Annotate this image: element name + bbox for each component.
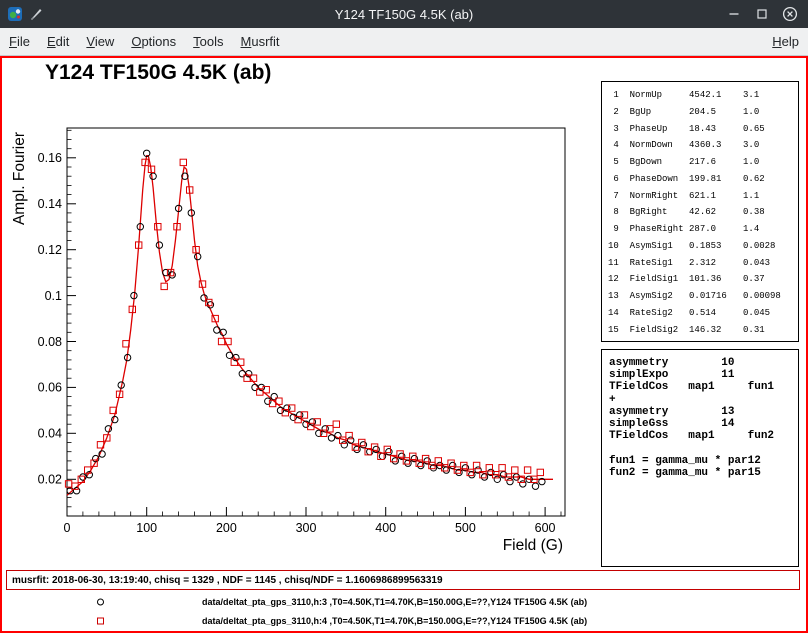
- theory-line: fun1 = gamma_mu * par12: [609, 455, 798, 467]
- param-row-NormRight: 7 NormRight 621.1 1.1: [608, 188, 798, 205]
- open-square-marker-icon: [97, 617, 104, 624]
- theory-line: +: [609, 394, 798, 406]
- menu-item-musrfit[interactable]: Musrfit: [241, 34, 280, 49]
- theory-line: asymmetry 13: [609, 406, 798, 418]
- svg-text:400: 400: [375, 521, 396, 535]
- fit-status-box[interactable]: musrfit: 2018-06-30, 13:19:40, chisq = 1…: [6, 570, 800, 590]
- svg-text:Ampl. Fourier: Ampl. Fourier: [11, 132, 28, 225]
- svg-text:Field (G): Field (G): [503, 537, 563, 554]
- menu-item-file[interactable]: File: [9, 34, 30, 49]
- svg-text:0.16: 0.16: [38, 151, 62, 165]
- theory-line: simpleGss 14: [609, 418, 798, 430]
- theory-box[interactable]: asymmetry 10simplExpo 11TFieldCos map1 f…: [601, 349, 799, 567]
- svg-text:300: 300: [296, 521, 317, 535]
- svg-text:0.06: 0.06: [38, 381, 62, 395]
- legend-run-text: data/deltat_pta_gps_3110,h:4 ,T0=4.50K,T…: [202, 616, 587, 626]
- plot-canvas[interactable]: 0 100 200 300 400 500 600 0.02 0.04 0.06 0.08 0.1 0.…: [2, 58, 602, 570]
- window-title: Y124 TF150G 4.5K (ab): [0, 7, 808, 22]
- legend-row: data/deltat_pta_gps_3110,h:4 ,T0=4.50K,T…: [2, 611, 806, 630]
- titlebar-buttons: [725, 5, 808, 23]
- param-row-PhaseRight: 9 PhaseRight 287.0 1.4: [608, 221, 798, 238]
- svg-text:0.14: 0.14: [38, 197, 62, 211]
- legend-row: data/deltat_pta_gps_3110,h:3 ,T0=4.50K,T…: [2, 592, 806, 611]
- param-row-AsymSig2: 13 AsymSig2 0.01716 0.00098: [608, 288, 798, 305]
- fit-parameter-box[interactable]: 1 NormUp 4542.1 3.1 2 BgUp 204.5 1.0 3 P…: [601, 81, 799, 342]
- theory-line: TFieldCos map1 fun2: [609, 430, 798, 442]
- param-row-NormUp: 1 NormUp 4542.1 3.1: [608, 87, 798, 104]
- svg-text:500: 500: [455, 521, 476, 535]
- param-row-FieldSig2: 15 FieldSig2 146.32 0.31: [608, 322, 798, 339]
- param-row-PhaseUp: 3 PhaseUp 18.43 0.65: [608, 121, 798, 138]
- titlebar: Y124 TF150G 4.5K (ab): [0, 0, 808, 28]
- svg-text:600: 600: [535, 521, 556, 535]
- svg-text:0.08: 0.08: [38, 335, 62, 349]
- close-button[interactable]: [781, 5, 799, 23]
- menu-items-container: File Edit View Options Tools Musrfit: [9, 34, 280, 49]
- legend-run-text: data/deltat_pta_gps_3110,h:3 ,T0=4.50K,T…: [202, 597, 587, 607]
- param-row-BgDown: 5 BgDown 217.6 1.0: [608, 154, 798, 171]
- svg-text:100: 100: [136, 521, 157, 535]
- titlebar-left: [0, 6, 43, 22]
- param-row-BgRight: 8 BgRight 42.62 0.38: [608, 204, 798, 221]
- menu-item-view[interactable]: View: [86, 34, 114, 49]
- svg-text:200: 200: [216, 521, 237, 535]
- menu-item-tools[interactable]: Tools: [193, 34, 223, 49]
- menu-item-help[interactable]: Help: [772, 34, 799, 49]
- maximize-button[interactable]: [753, 5, 771, 23]
- param-row-AsymSig1: 10 AsymSig1 0.1853 0.0028: [608, 238, 798, 255]
- theory-line: fun2 = gamma_mu * par15: [609, 467, 798, 479]
- root-canvas[interactable]: Y124 TF150G 4.5K (ab) 010020030040050060…: [0, 56, 808, 633]
- app-icon: [7, 6, 23, 22]
- menu-item-edit[interactable]: Edit: [47, 34, 69, 49]
- theory-line: [609, 442, 798, 454]
- minimize-button[interactable]: [725, 5, 743, 23]
- param-row-RateSig2: 14 RateSig2 0.514 0.045: [608, 305, 798, 322]
- param-row-BgUp: 2 BgUp 204.5 1.0: [608, 104, 798, 121]
- svg-text:0.02: 0.02: [38, 473, 62, 487]
- theory-line: TFieldCos map1 fun1: [609, 381, 798, 393]
- param-row-PhaseDown: 6 PhaseDown 199.81 0.62: [608, 171, 798, 188]
- svg-text:0.1: 0.1: [45, 289, 62, 303]
- svg-text:0.04: 0.04: [38, 427, 62, 441]
- menubar: File Edit View Options Tools Musrfit Help: [0, 28, 808, 56]
- paintbrush-icon: [29, 7, 43, 21]
- theory-line: simplExpo 11: [609, 369, 798, 381]
- svg-text:0: 0: [64, 521, 71, 535]
- menu-item-options[interactable]: Options: [131, 34, 176, 49]
- theory-line: asymmetry 10: [609, 357, 798, 369]
- param-row-RateSig1: 11 RateSig1 2.312 0.043: [608, 255, 798, 272]
- fit-status-text: musrfit: 2018-06-30, 13:19:40, chisq = 1…: [12, 575, 443, 586]
- param-row-FieldSig1: 12 FieldSig1 101.36 0.37: [608, 271, 798, 288]
- legend: data/deltat_pta_gps_3110,h:3 ,T0=4.50K,T…: [2, 592, 806, 630]
- param-row-NormDown: 4 NormDown 4360.3 3.0: [608, 137, 798, 154]
- svg-text:0.12: 0.12: [38, 243, 62, 257]
- open-circle-marker-icon: [97, 598, 104, 605]
- app-window: Y124 TF150G 4.5K (ab) File Edit View Option…: [0, 0, 808, 633]
